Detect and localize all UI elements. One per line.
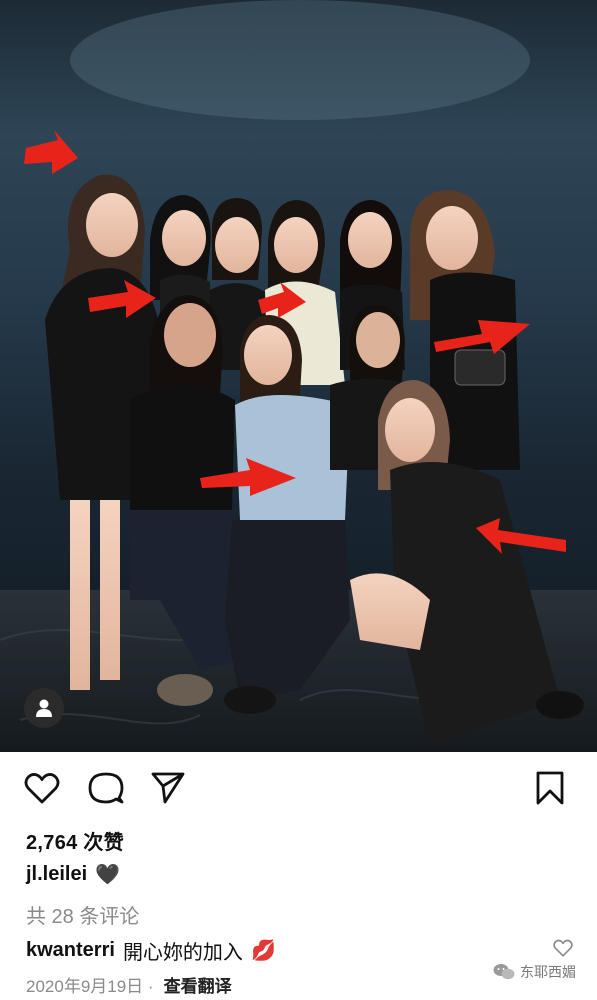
send-icon xyxy=(151,772,185,804)
likes-count[interactable]: 2,764 次赞 xyxy=(26,826,124,855)
comment-like-button[interactable] xyxy=(553,939,573,962)
caption: jl.leilei 🖤 xyxy=(26,862,120,887)
post-photo[interactable] xyxy=(0,0,597,752)
translate-link[interactable]: 查看翻译 xyxy=(164,972,232,997)
action-bar xyxy=(0,752,597,822)
heart-outline-icon xyxy=(553,939,573,957)
heart-icon xyxy=(24,773,60,804)
comment-text: 開心妳的加入 xyxy=(122,942,243,964)
group-photo-illustration xyxy=(0,0,597,752)
bookmark-icon xyxy=(536,771,564,805)
watermark-text: 东耶西媚 xyxy=(520,964,576,980)
comment-username[interactable]: kwanterri xyxy=(26,939,115,962)
comment-button[interactable] xyxy=(86,768,126,808)
owner-username[interactable]: jl.leilei xyxy=(26,863,87,886)
wechat-icon xyxy=(493,964,515,980)
top-comment: kwanterri 開心妳的加入 💋 xyxy=(26,936,276,965)
watermark: 东耶西媚 xyxy=(493,962,576,982)
person-icon xyxy=(36,699,52,717)
share-button[interactable] xyxy=(148,768,188,808)
black-heart-emoji: 🖤 xyxy=(95,864,121,886)
tagged-users-button[interactable] xyxy=(24,688,64,728)
save-button[interactable] xyxy=(530,768,570,808)
post-date: 2020年9月19日 · xyxy=(26,977,154,996)
kiss-emoji: 💋 xyxy=(250,940,276,962)
comment-icon xyxy=(88,772,124,804)
post-meta: 2020年9月19日 · 查看翻译 xyxy=(26,972,232,997)
like-button[interactable] xyxy=(22,768,62,808)
view-all-comments-link[interactable]: 共 28 条评论 xyxy=(26,900,139,929)
